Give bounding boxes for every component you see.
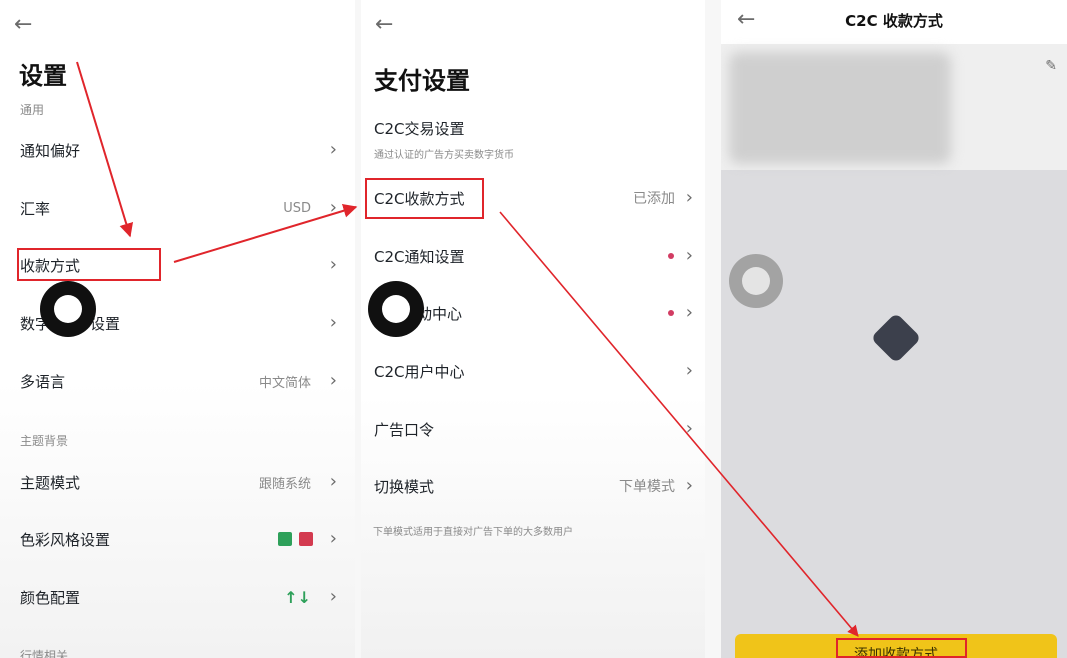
annotation-arrows [76,61,859,637]
annotation-arrow [76,61,134,238]
annotation-arrow [173,203,358,263]
annotation-arrow [499,211,859,637]
